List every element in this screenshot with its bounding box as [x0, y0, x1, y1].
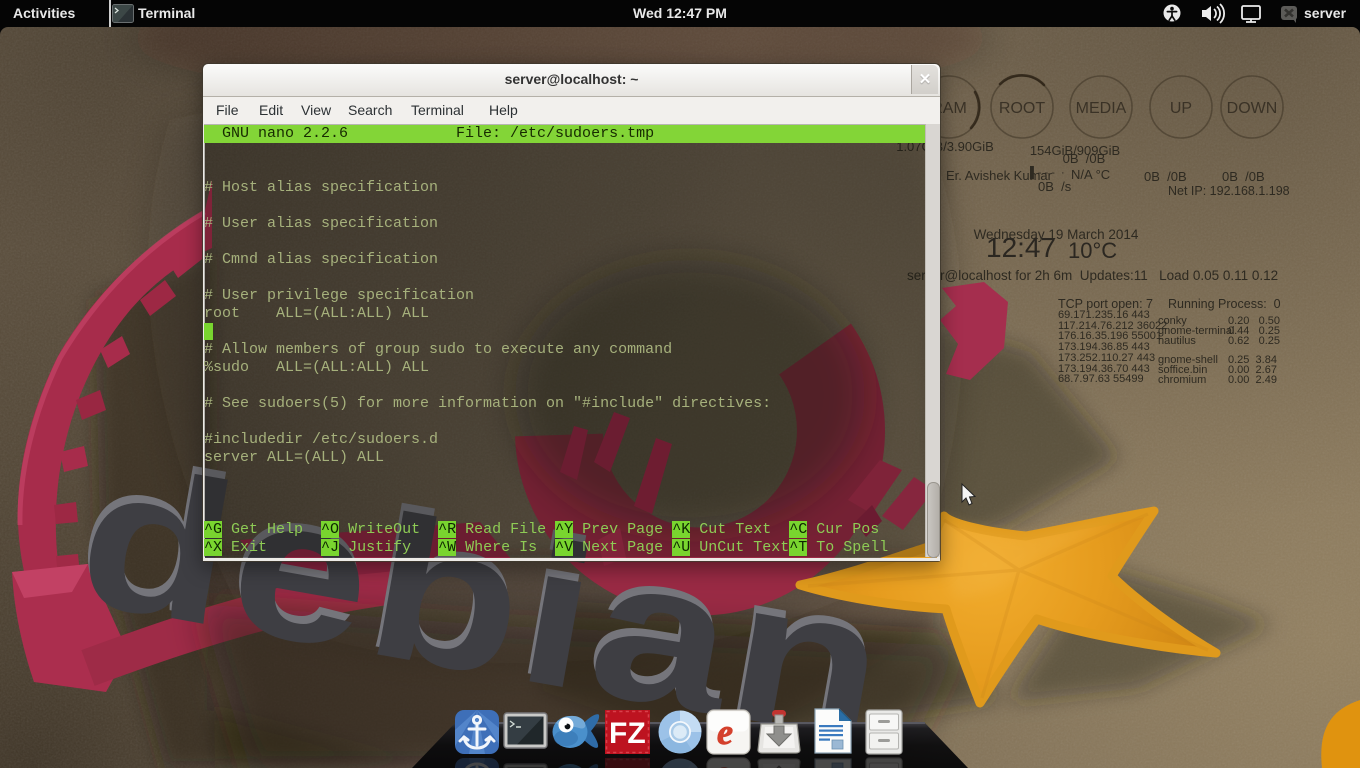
svg-text:ROOT: ROOT: [999, 100, 1045, 117]
svg-text:UP: UP: [1170, 100, 1192, 117]
svg-text:MEDIA: MEDIA: [1076, 100, 1127, 117]
svg-text:DOWN: DOWN: [1227, 100, 1278, 117]
